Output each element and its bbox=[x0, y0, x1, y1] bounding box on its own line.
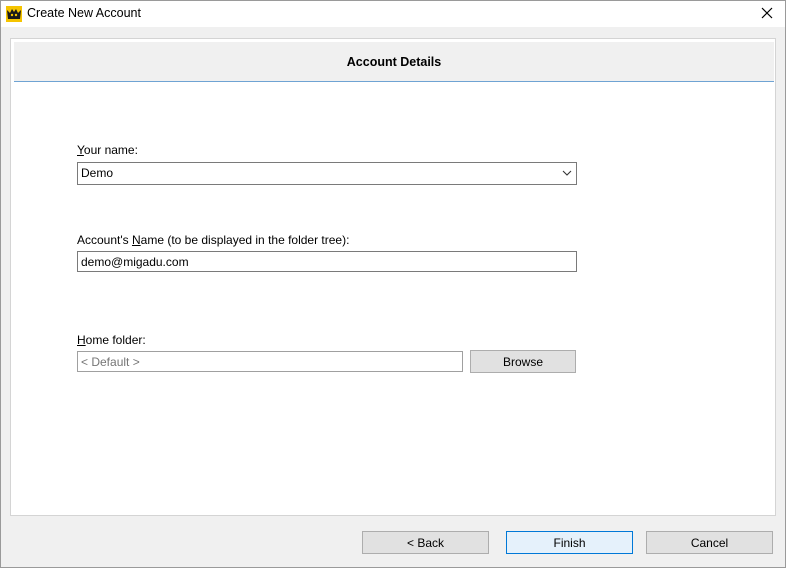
your-name-value: Demo bbox=[81, 166, 114, 180]
close-icon bbox=[761, 7, 773, 22]
account-name-label: Account's Name (to be displayed in the f… bbox=[77, 233, 350, 247]
app-logo-icon bbox=[6, 6, 22, 22]
window-title: Create New Account bbox=[27, 6, 141, 20]
your-name-combobox[interactable]: Demo bbox=[77, 162, 577, 185]
home-folder-label: Home folder: bbox=[77, 333, 146, 347]
account-name-input[interactable] bbox=[77, 251, 577, 272]
cancel-button[interactable]: Cancel bbox=[646, 531, 773, 554]
dialog-window: Create New Account Account Details Your … bbox=[0, 0, 786, 568]
content-panel: Account Details Your name: Demo Account'… bbox=[10, 38, 776, 516]
browse-button[interactable]: Browse bbox=[470, 350, 576, 373]
close-button[interactable] bbox=[749, 1, 785, 27]
title-bar[interactable]: Create New Account bbox=[1, 1, 785, 27]
section-header: Account Details bbox=[14, 42, 774, 82]
back-button[interactable]: < Back bbox=[362, 531, 489, 554]
chevron-down-icon[interactable] bbox=[561, 167, 573, 179]
home-folder-input[interactable] bbox=[77, 351, 463, 372]
your-name-label: Your name: bbox=[77, 143, 138, 157]
finish-button[interactable]: Finish bbox=[506, 531, 633, 554]
section-title: Account Details bbox=[346, 54, 442, 69]
